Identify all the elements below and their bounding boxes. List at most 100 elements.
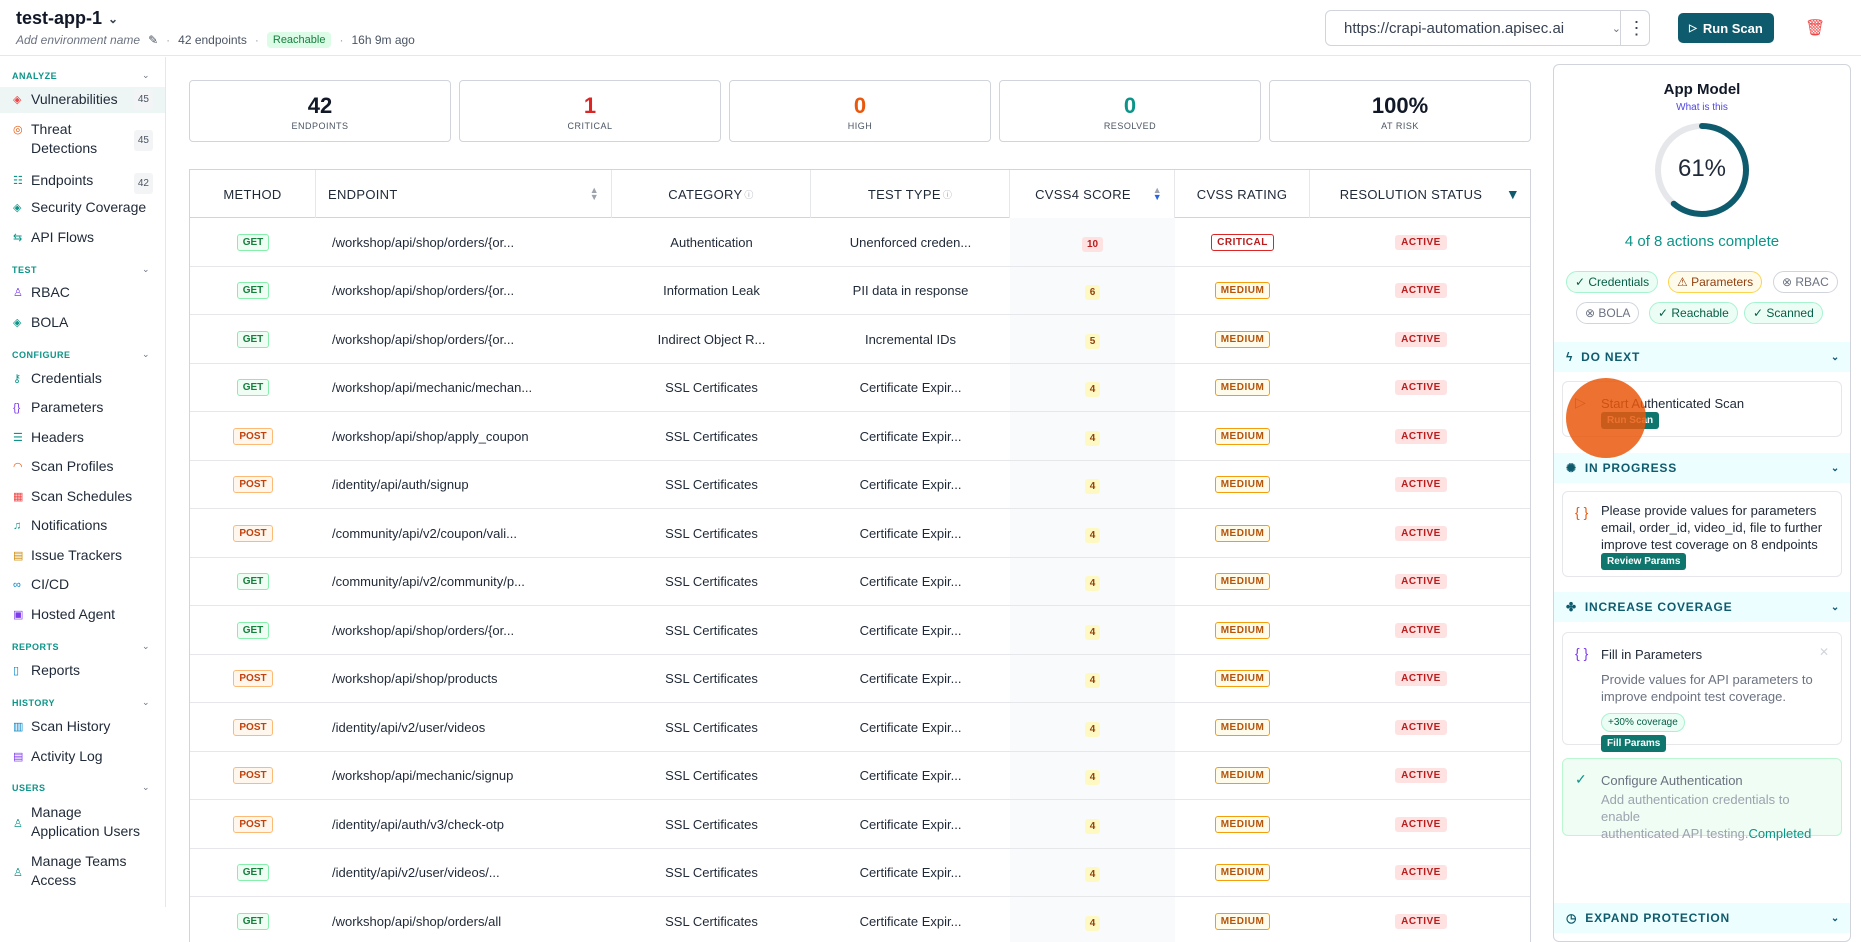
table-row[interactable]: POST/workshop/api/shop/apply_coupon SSL C… [190,412,1530,461]
col-endpoint[interactable]: ENDPOINT ▲ ▼ [316,170,612,218]
sidebar-item-credentials[interactable]: ⚷ Credentials [0,369,165,389]
table-row[interactable]: POST/workshop/api/mechanic/signup SSL Cer… [190,752,1530,800]
chevron-down-icon[interactable]: ⌄ [142,349,150,360]
sort-icon[interactable]: ▲ ▼ [590,186,599,202]
stat-value: 1 [583,93,597,118]
table-row[interactable]: POST/identity/api/auth/v3/check-otp SSL C… [190,800,1530,849]
table-row[interactable]: POST/workshop/api/shop/products SSL Certi… [190,655,1530,703]
delete-icon[interactable]: 🗑 [1805,18,1825,38]
chip-parameters[interactable]: ⚠ Parameters [1668,271,1763,293]
stat-critical[interactable]: 1 CRITICAL [459,80,721,142]
rating-badge: MEDIUM [1214,330,1271,348]
sidebar-item-hosted-agent[interactable]: ▣ Hosted Agent [0,605,165,625]
cell-score: 4 [1010,703,1175,751]
chip-rbac[interactable]: ⊗ RBAC [1773,271,1838,293]
edit-icon[interactable]: ✎ [148,33,158,47]
category-text: SSL Certificates [665,671,758,686]
table-row[interactable]: GET/workshop/api/mechanic/mechan... SSL C… [190,364,1530,412]
shield-check-icon: ◈ [13,202,22,214]
sidebar-item-endpoints[interactable]: ☷ Endpoints 42 [0,171,165,194]
users-icon: ♙ [13,287,23,299]
status-badge: ACTIVE [1395,331,1447,347]
sidebar-item-threat-detections[interactable]: ◎ Threat Detections 45 [0,120,165,158]
sort-icon[interactable]: ▲ ▼ [1153,186,1162,202]
table-row[interactable]: GET/workshop/api/shop/orders/{or... Indir… [190,315,1530,364]
stat-endpoints[interactable]: 42 ENDPOINTS [189,80,451,142]
play-icon: ▷ [1689,22,1697,34]
col-cvss-rating[interactable]: CVSS RATING [1175,170,1310,218]
sidebar-item-scan-schedules[interactable]: ▦ Scan Schedules [0,487,165,507]
env-name-placeholder[interactable]: Add environment name [16,33,140,47]
sidebar-item-manage-app-users[interactable]: ♙ Manage Application Users [0,803,165,841]
cell-endpoint: /workshop/api/mechanic/mechan... [316,364,612,412]
fill-params-button[interactable]: Fill Params [1601,735,1667,752]
chevron-down-icon[interactable]: ⌄ [142,70,150,81]
section-in-progress[interactable]: ✺ IN PROGRESS ⌄ [1554,453,1850,483]
table-row[interactable]: POST/community/api/v2/coupon/vali... SSL … [190,509,1530,558]
sidebar-item-bola[interactable]: ◈ BOLA [0,313,165,333]
status-badge: ACTIVE [1395,574,1447,589]
stat-high[interactable]: 0 HIGH [729,80,991,142]
chip-credentials[interactable]: ✓ Credentials [1566,271,1659,293]
sidebar-item-scan-history[interactable]: ▥ Scan History [0,717,165,737]
table-row[interactable]: GET/workshop/api/shop/orders/{or... SSL C… [190,606,1530,655]
chip-reachable[interactable]: ✓ Reachable [1649,302,1738,324]
sidebar-item-notifications[interactable]: ♫ Notifications [0,516,165,536]
table-row[interactable]: GET/community/api/v2/community/p... SSL C… [190,558,1530,606]
review-params-button[interactable]: Review Params [1601,553,1687,570]
col-method[interactable]: METHOD [190,170,316,218]
table-row[interactable]: GET/workshop/api/shop/orders/all SSL Cert… [190,897,1530,942]
sidebar-item-cicd[interactable]: ∞ CI/CD [0,575,165,595]
filter-icon[interactable]: ▼ [1506,186,1520,202]
section-do-next[interactable]: ϟ DO NEXT ⌄ [1554,342,1850,372]
run-scan-button[interactable]: ▷ Run Scan [1678,13,1774,43]
test-type-text: Unenforced creden... [849,234,972,250]
sidebar-item-reports[interactable]: ▯ Reports [0,661,165,681]
stat-resolved[interactable]: 0 RESOLVED [999,80,1261,142]
chevron-down-icon[interactable]: ⌄ [142,264,150,275]
sidebar-item-rbac[interactable]: ♙ RBAC [0,283,165,303]
chip-scanned[interactable]: ✓ Scanned [1744,302,1823,324]
chevron-down-icon[interactable]: ⌄ [142,641,150,652]
sidebar-item-vulnerabilities[interactable]: ◈ Vulnerabilities 45 [0,87,165,113]
table-row[interactable]: GET/workshop/api/shop/orders/{or... Infor… [190,267,1530,315]
col-category[interactable]: CATEGORY ⓘ [612,170,811,218]
environment-url-select[interactable]: https://crapi-automation.apisec.ai ⌄ [1325,10,1650,46]
chevron-down-icon[interactable]: ⌄ [142,782,150,793]
stat-label: RESOLVED [1103,121,1157,131]
table-row[interactable]: POST/identity/api/auth/signup SSL Certifi… [190,461,1530,509]
col-resolution-status[interactable]: RESOLUTION STATUS ▼ [1310,170,1530,218]
section-increase-coverage[interactable]: ✤ INCREASE COVERAGE ⌄ [1554,592,1850,622]
sidebar-item-security-coverage[interactable]: ◈ Security Coverage [0,198,165,218]
table-row[interactable]: GET/identity/api/v2/user/videos/... SSL C… [190,849,1530,897]
sidebar-item-activity-log[interactable]: ▤ Activity Log [0,747,165,767]
sidebar-item-issue-trackers[interactable]: ▤ Issue Trackers [0,546,165,566]
sidebar-item-parameters[interactable]: {} Parameters [0,398,165,418]
cell-status: ACTIVE [1310,267,1530,315]
sidebar-item-scan-profiles[interactable]: ◠ Scan Profiles [0,457,165,477]
more-options-icon[interactable]: ⋮ [1620,10,1652,46]
sidebar-item-headers[interactable]: ☰ Headers [0,428,165,448]
col-cvss4-score[interactable]: CVSS4 SCORE ▲ ▼ [1010,170,1175,218]
close-icon[interactable]: ✕ [1819,645,1829,659]
chip-bola[interactable]: ⊗ BOLA [1576,302,1640,324]
card-title: Configure Authentication [1601,773,1743,788]
cell-rating: MEDIUM [1175,509,1310,557]
sidebar-item-label: Parameters [31,399,104,415]
app-selector[interactable]: test-app-1 ⌄ [16,8,118,29]
table-row[interactable]: GET/workshop/api/shop/orders/{or... Authe… [190,218,1530,267]
category-text: Indirect Object R... [657,331,766,347]
sidebar-item-manage-teams[interactable]: ♙ Manage Teams Access [0,852,165,890]
chevron-down-icon[interactable]: ⌄ [142,697,150,708]
score-badge: 4 [1084,673,1101,688]
app-model-panel: App Model What is this 61% 4 of 8 action… [1553,64,1851,942]
col-test-type[interactable]: TEST TYPE ⓘ [811,170,1010,218]
table-row[interactable]: POST/identity/api/v2/user/videos SSL Cert… [190,703,1530,752]
cell-score: 10 [1010,218,1175,266]
info-icon: ⓘ [744,189,754,200]
what-is-this-link[interactable]: What is this [1554,102,1850,113]
sidebar-item-api-flows[interactable]: ⇆ API Flows [0,228,165,248]
last-scan-time: 16h 9m ago [351,33,415,47]
stat-at-risk[interactable]: 100% AT RISK [1269,80,1531,142]
section-expand-protection[interactable]: ◷ EXPAND PROTECTION ⌄ [1554,903,1850,933]
